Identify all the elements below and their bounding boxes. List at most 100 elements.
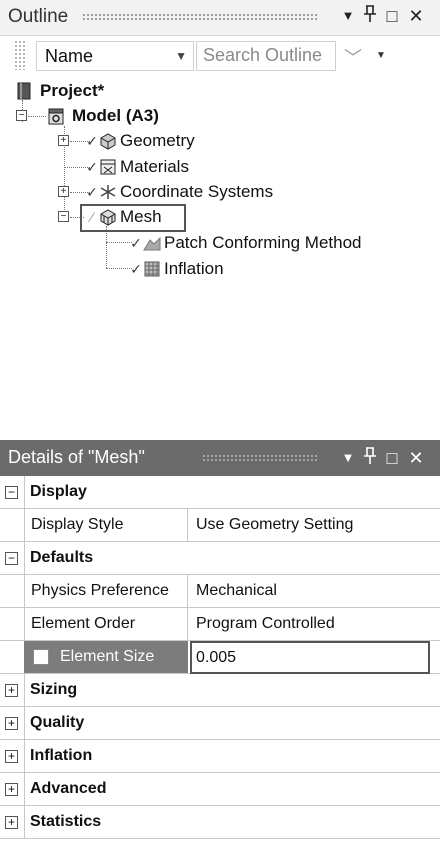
outline-maximize-button[interactable]: □ [382,5,402,27]
parameter-checkbox[interactable] [33,649,49,665]
tree-item-mesh[interactable]: ⁄ Mesh [86,205,162,229]
category-label: Sizing [30,681,78,698]
expand-toggle[interactable]: + [5,750,18,763]
grid-divider [24,674,25,706]
mesh-icon [100,209,116,226]
tree-item-label: Materials [120,157,189,176]
search-outline-input[interactable]: Search Outline [196,41,336,71]
tree-item-label: Mesh [120,207,162,226]
tree-line [106,268,132,269]
outline-close-button[interactable]: ✕ [406,5,426,27]
element-size-input[interactable]: 0.005 [190,641,430,674]
grid-divider [24,542,25,574]
details-pin-button[interactable] [360,447,380,470]
tree-line [106,242,132,243]
tree-item-label: Project* [40,81,105,100]
check-icon: ✓ [130,260,142,277]
chevron-down-icon: ▼ [175,49,187,63]
grid-divider [24,773,25,805]
expand-toggle[interactable]: + [5,783,18,796]
tree-item-geometry[interactable]: ✓ Geometry [86,129,195,153]
category-label: Advanced [30,780,107,797]
category-advanced[interactable]: + Advanced [0,773,440,806]
grid-divider [24,740,25,772]
check-icon: ✓ [130,234,142,251]
check-icon: ✓ [86,183,98,200]
materials-icon [100,159,116,175]
outline-pin-button[interactable] [360,5,380,28]
property-value[interactable]: Program Controlled [196,615,335,633]
tree-item-materials[interactable]: ✓ Materials [86,155,189,179]
property-key: Display Style [24,509,188,541]
outline-tree: Project* − Model (A3) + ✓ Geometry ✓ Mat… [0,76,440,440]
geometry-icon [100,133,116,150]
outline-header-grip[interactable] [82,13,318,21]
tree-item-inflation[interactable]: ✓ Inflation [130,257,224,281]
model-icon [48,108,64,125]
category-inflation[interactable]: + Inflation [0,740,440,773]
category-label: Defaults [30,549,94,566]
details-header-grip[interactable] [202,454,318,462]
tree-item-label: Model (A3) [72,106,159,125]
expand-toggle[interactable]: + [5,684,18,697]
expand-toggle[interactable]: + [58,186,69,197]
pin-icon [364,5,376,22]
property-key: Element Order [24,608,188,640]
category-label: Statistics [30,813,102,830]
category-sizing[interactable]: + Sizing [0,674,440,707]
category-statistics[interactable]: + Statistics [0,806,440,839]
check-icon: ⁄ [90,209,94,225]
grid-divider [24,476,25,508]
property-value[interactable]: Use Geometry Setting [196,516,353,534]
expand-toggle[interactable]: + [5,816,18,829]
details-close-button[interactable]: ✕ [406,447,426,469]
property-row-display-style[interactable]: Display Style Use Geometry Setting [0,509,440,542]
inflation-icon [144,261,160,277]
tree-item-label: Patch Conforming Method [164,233,362,252]
tree-item-label: Coordinate Systems [120,182,274,201]
category-defaults[interactable]: − Defaults [0,542,440,575]
property-row-element-order[interactable]: Element Order Program Controlled [0,608,440,641]
expand-toggle[interactable]: + [58,135,69,146]
category-label: Quality [30,714,85,731]
property-value[interactable]: Mechanical [196,582,277,600]
outline-panel-header: Outline ▼ □ ✕ [0,0,440,36]
details-maximize-button[interactable]: □ [382,447,402,469]
tree-line [28,116,46,117]
details-dropdown-button[interactable]: ▼ [338,447,358,469]
property-key: Physics Preference [24,575,188,607]
toolbar-grip[interactable] [14,40,26,70]
tree-item-label: Geometry [120,131,195,150]
search-dropdown-button[interactable]: ▼ [376,50,386,61]
tree-item-project[interactable]: Project* [14,79,104,103]
sort-by-select[interactable]: Name ▼ [36,41,194,71]
collapse-toggle[interactable]: − [5,486,18,499]
details-title: Details of "Mesh" [8,447,145,467]
property-row-physics-preference[interactable]: Physics Preference Mechanical [0,575,440,608]
coordinate-systems-icon [100,185,116,199]
patch-conforming-icon [143,236,161,251]
collapse-toggle[interactable]: − [16,110,27,121]
tree-item-patch-conforming-method[interactable]: ✓ Patch Conforming Method [130,231,362,255]
outline-dropdown-button[interactable]: ▼ [338,5,358,27]
check-icon: ✓ [86,132,98,149]
category-label: Inflation [30,747,93,764]
collapse-toggle[interactable]: − [5,552,18,565]
tree-item-model[interactable]: Model (A3) [46,104,159,128]
category-label: Display [30,483,87,500]
property-row-element-size[interactable]: Element Size 0.005 [0,641,440,674]
grid-divider [24,707,25,739]
expand-toggle[interactable]: + [5,717,18,730]
tree-item-label: Inflation [164,259,224,278]
details-panel-header: Details of "Mesh" ▼ □ ✕ [0,440,440,476]
category-quality[interactable]: + Quality [0,707,440,740]
check-icon: ✓ [86,158,98,175]
project-icon [17,82,31,100]
collapse-toggle[interactable]: − [58,211,69,222]
tree-item-coordinate-systems[interactable]: ✓ Coordinate Systems [86,180,273,204]
search-options-chevron-icon[interactable]: ﹀ [344,44,362,70]
sort-by-value: Name [45,46,94,66]
category-display[interactable]: − Display [0,476,440,509]
tree-line [106,226,107,268]
pin-icon [364,447,376,464]
